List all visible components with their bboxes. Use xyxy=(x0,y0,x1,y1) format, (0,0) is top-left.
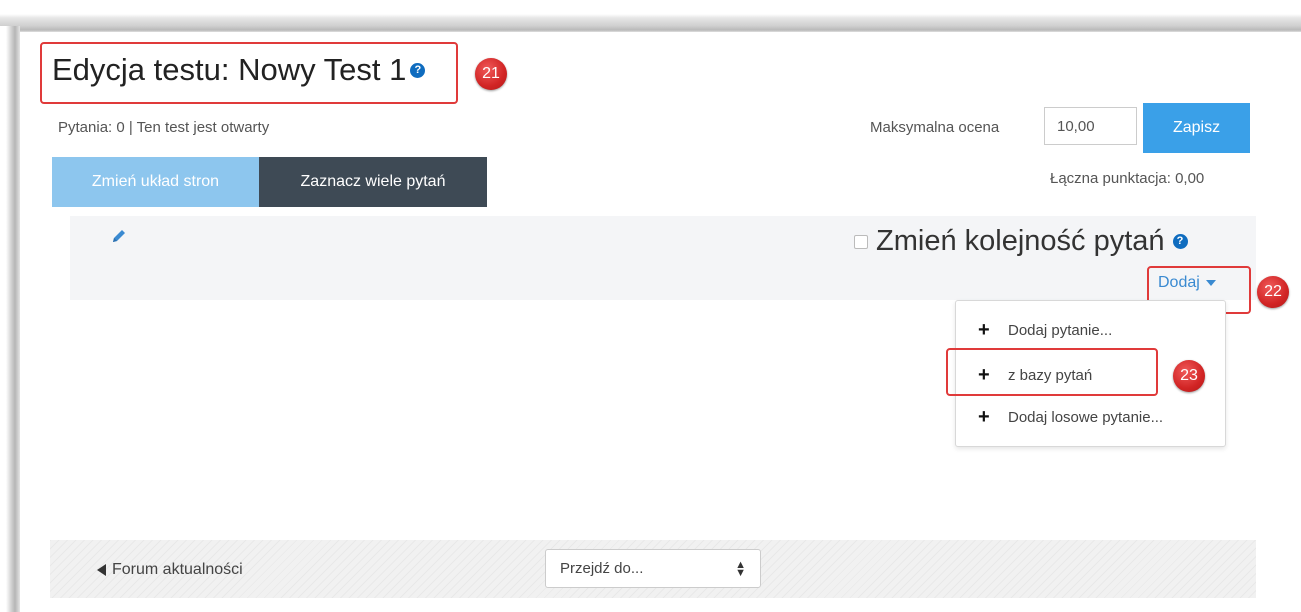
screenshot-frame-left xyxy=(0,26,20,612)
callout-box-title xyxy=(40,42,458,104)
menu-item-add-random-question[interactable]: + Dodaj losowe pytanie... xyxy=(978,406,1164,428)
callout-badge-22: 22 xyxy=(1257,276,1289,308)
previous-activity-label: Forum aktualności xyxy=(112,561,243,578)
max-grade-label: Maksymalna ocena xyxy=(870,119,1000,136)
quiz-status-info: Pytania: 0 | Ten test jest otwarty xyxy=(58,119,270,136)
select-multiple-button[interactable]: Zaznacz wiele pytań xyxy=(259,157,487,207)
menu-item-label: Dodaj losowe pytanie... xyxy=(1008,408,1164,426)
pencil-icon[interactable] xyxy=(110,227,128,245)
callout-badge-21: 21 xyxy=(475,58,507,90)
help-icon[interactable]: ? xyxy=(1172,234,1188,249)
max-grade-input[interactable] xyxy=(1044,107,1137,145)
shuffle-questions-control: Zmień kolejność pytań ? xyxy=(854,225,1188,258)
jump-to-select[interactable]: Przejdź do... ▲ ▼ xyxy=(545,549,761,588)
previous-activity-link[interactable]: Forum aktualności xyxy=(97,561,243,579)
shuffle-label: Zmień kolejność pytań xyxy=(876,225,1165,257)
repaginate-button[interactable]: Zmień układ stron xyxy=(52,157,259,207)
select-arrows-icon: ▲ ▼ xyxy=(735,558,746,579)
plus-icon: + xyxy=(978,406,990,428)
shuffle-checkbox[interactable] xyxy=(854,234,868,249)
menu-item-add-question[interactable]: + Dodaj pytanie... xyxy=(978,319,1113,341)
total-marks-text: Łączna punktacja: 0,00 xyxy=(1050,170,1205,187)
screenshot-frame-top xyxy=(0,0,1301,32)
jump-to-label: Przejdź do... xyxy=(560,560,644,577)
callout-box-question-bank xyxy=(946,348,1158,396)
save-button[interactable]: Zapisz xyxy=(1143,103,1250,153)
triangle-left-icon xyxy=(97,564,106,576)
plus-icon: + xyxy=(978,319,990,341)
callout-badge-23: 23 xyxy=(1173,360,1205,392)
menu-item-label: Dodaj pytanie... xyxy=(1008,321,1113,339)
